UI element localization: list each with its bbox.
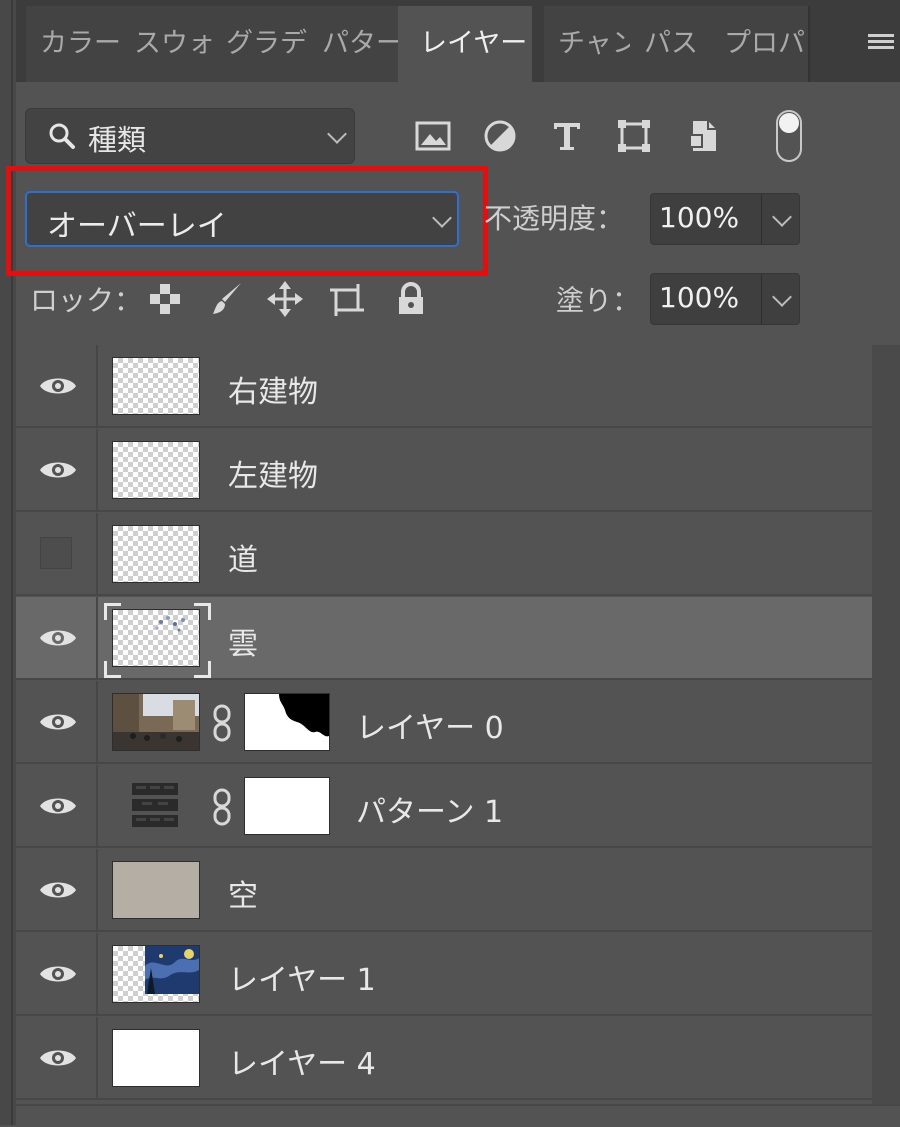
filter-kind-select[interactable]: 種類 — [25, 108, 355, 164]
lock-all-icon[interactable] — [392, 280, 430, 318]
layer-name[interactable]: レイヤー 4 — [228, 1039, 376, 1083]
blend-mode-value: オーバーレイ — [47, 209, 227, 244]
layer-thumbnail — [112, 609, 200, 667]
lock-position-icon[interactable] — [266, 280, 304, 318]
hidden-visibility-box[interactable] — [40, 537, 72, 569]
image-filter-icon[interactable] — [413, 116, 453, 156]
visibility-toggle[interactable] — [16, 765, 98, 846]
layer-thumbnail — [112, 1029, 200, 1087]
layer-row[interactable]: 右建物 — [16, 345, 872, 428]
chevron-down-icon — [432, 208, 452, 228]
panel-menu-icon[interactable] — [868, 34, 894, 52]
visibility-toggle[interactable] — [16, 345, 98, 426]
chevron-down-icon[interactable] — [772, 287, 792, 307]
layer-name[interactable]: 右建物 — [228, 367, 318, 411]
type-filter-icon[interactable] — [547, 116, 587, 156]
layer-mask-thumbnail[interactable] — [244, 693, 330, 751]
opacity-value: 100% — [659, 201, 740, 234]
layer-name[interactable]: レイヤー 1 — [228, 955, 376, 999]
visibility-toggle[interactable] — [16, 1017, 98, 1098]
panel-tab-bar: カラー スウォ グラデ パター レイヤー チャン パス プロパ — [16, 0, 900, 82]
tab-gradients[interactable]: グラデ — [212, 6, 310, 82]
layers-list: 右建物 左建物 道 雲 レイヤー 0 パターン 1 空 レイヤー 1 レイヤー … — [16, 345, 872, 1105]
visibility-toggle[interactable] — [16, 429, 98, 510]
layer-name[interactable]: 道 — [228, 535, 258, 579]
visibility-toggle[interactable] — [16, 513, 98, 594]
layer-mask-thumbnail[interactable] — [244, 777, 330, 835]
chevron-down-icon[interactable] — [772, 207, 792, 227]
tab-paths[interactable]: パス — [630, 6, 714, 82]
tab-channels[interactable]: チャン — [544, 6, 642, 82]
layer-thumbnail — [112, 945, 200, 1003]
eye-icon[interactable] — [38, 625, 78, 651]
pattern-fill-icon — [132, 783, 178, 827]
layer-thumbnail — [112, 357, 200, 415]
eye-icon[interactable] — [38, 961, 78, 987]
layer-thumbnail — [112, 861, 200, 919]
layer-row[interactable]: レイヤー 1 — [16, 933, 872, 1016]
eye-icon[interactable] — [38, 877, 78, 903]
layer-row[interactable]: 左建物 — [16, 429, 872, 512]
search-icon — [49, 123, 75, 149]
layer-name[interactable]: レイヤー 0 — [356, 703, 504, 747]
opacity-label: 不透明度： — [484, 202, 625, 235]
eye-icon[interactable] — [38, 1045, 78, 1071]
lock-image-pixels-icon[interactable] — [208, 280, 246, 318]
lock-label: ロック： — [30, 284, 143, 317]
fill-value: 100% — [659, 281, 740, 314]
visibility-toggle[interactable] — [16, 849, 98, 930]
visibility-toggle[interactable] — [16, 597, 98, 678]
blend-mode-select[interactable]: オーバーレイ — [25, 191, 459, 247]
link-icon[interactable] — [210, 787, 234, 827]
layer-row[interactable]: パターン 1 — [16, 765, 872, 848]
layer-thumbnail — [112, 525, 200, 583]
layer-row-selected[interactable]: 雲 — [16, 597, 872, 680]
visibility-toggle[interactable] — [16, 681, 98, 762]
lock-artboard-icon[interactable] — [328, 280, 366, 318]
fill-label: 塗り： — [556, 284, 641, 317]
layer-name[interactable]: 空 — [228, 871, 258, 915]
filter-toggle[interactable] — [776, 110, 802, 162]
layer-row[interactable]: 道 — [16, 513, 872, 596]
layer-name[interactable]: パターン 1 — [356, 787, 503, 831]
layer-thumbnail — [112, 693, 200, 751]
eye-icon[interactable] — [38, 373, 78, 399]
adjustment-filter-icon[interactable] — [480, 116, 520, 156]
layer-row[interactable]: レイヤー 4 — [16, 1017, 872, 1100]
layers-scrollbar[interactable] — [872, 345, 900, 1105]
layer-row[interactable]: 空 — [16, 849, 872, 932]
smart-object-filter-icon[interactable] — [683, 116, 723, 156]
fill-field[interactable]: 100% — [650, 273, 800, 325]
lock-transparent-pixels-icon[interactable] — [146, 280, 184, 318]
link-icon[interactable] — [210, 703, 234, 743]
tab-properties[interactable]: プロパ — [710, 6, 810, 82]
layer-name[interactable]: 雲 — [228, 619, 258, 663]
tab-color[interactable]: カラー — [26, 6, 134, 82]
eye-icon[interactable] — [38, 457, 78, 483]
layer-row[interactable]: レイヤー 0 — [16, 681, 872, 764]
layer-name[interactable]: 左建物 — [228, 451, 318, 495]
tab-layers[interactable]: レイヤー — [398, 6, 532, 82]
panel-bottom — [16, 1104, 900, 1127]
chevron-down-icon — [327, 124, 347, 144]
filter-kind-label: 種類 — [88, 123, 147, 157]
eye-icon[interactable] — [38, 709, 78, 735]
visibility-toggle[interactable] — [16, 933, 98, 1014]
opacity-field[interactable]: 100% — [650, 193, 800, 245]
shape-filter-icon[interactable] — [614, 116, 654, 156]
tab-patterns[interactable]: パター — [308, 6, 404, 82]
layer-thumbnail — [112, 441, 200, 499]
tab-swatches[interactable]: スウォ — [120, 6, 220, 82]
eye-icon[interactable] — [38, 793, 78, 819]
